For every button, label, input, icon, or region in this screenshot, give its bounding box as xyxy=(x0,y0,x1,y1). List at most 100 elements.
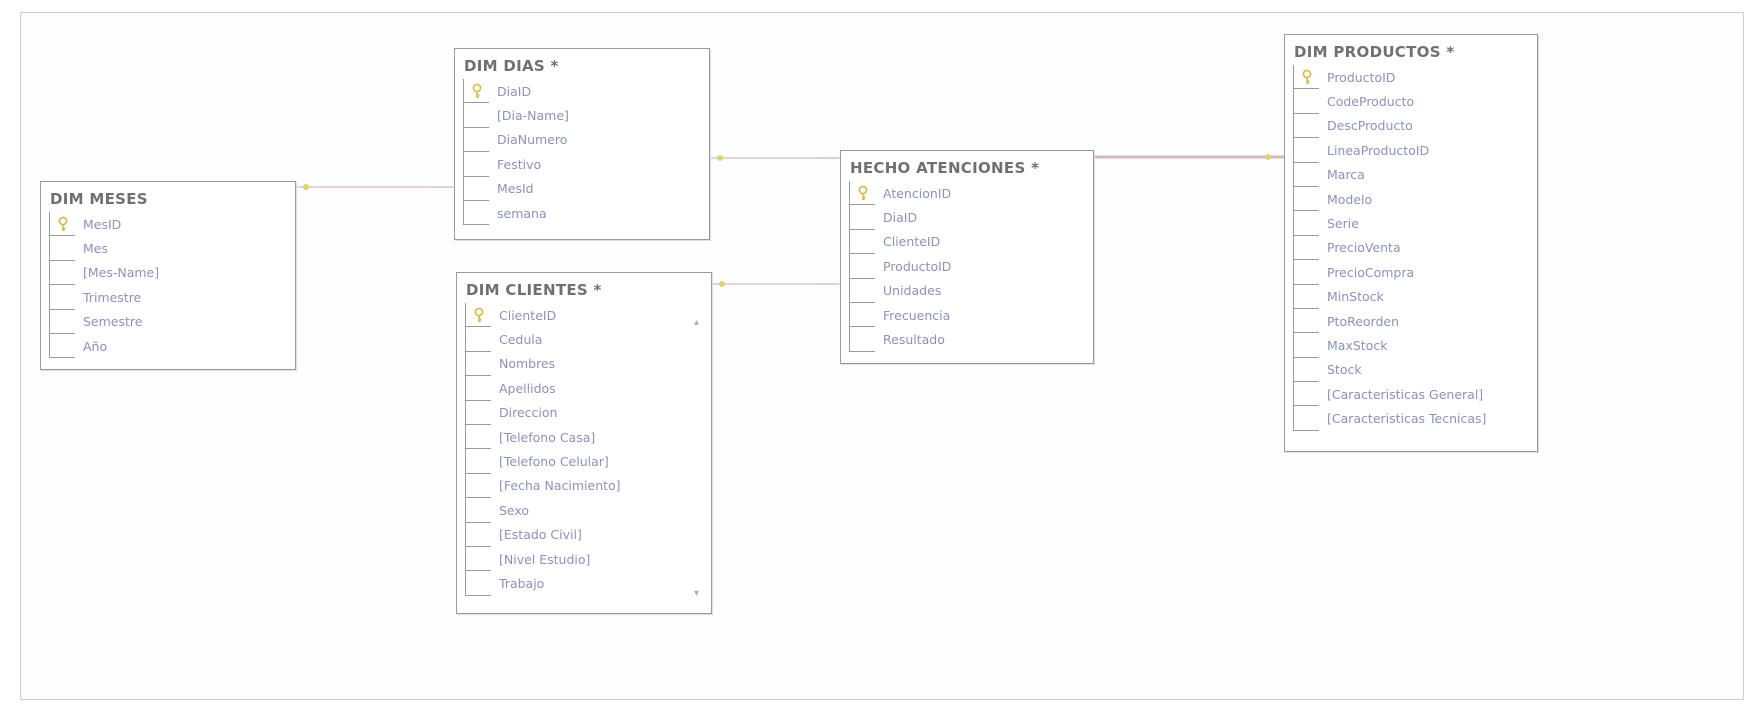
column-row[interactable]: Resultado xyxy=(849,327,1093,352)
column-row[interactable]: Sexo xyxy=(465,498,711,523)
table-dim-productos[interactable]: DIM PRODUCTOS * ProductoID CodeProducto De… xyxy=(1284,34,1538,452)
row-selector[interactable] xyxy=(463,127,489,153)
column-row[interactable]: Cedula xyxy=(465,327,711,352)
column-row[interactable]: Trimestre xyxy=(49,285,295,310)
table-dim-clientes[interactable]: DIM CLIENTES * ClienteID Cedula Nombres Ape… xyxy=(456,272,712,614)
row-selector[interactable] xyxy=(49,236,75,261)
table-dim-meses[interactable]: DIM MESES MesID Mes [Mes-Name] Trimestre Sem… xyxy=(40,181,296,370)
row-selector[interactable] xyxy=(465,424,491,450)
row-selector[interactable] xyxy=(1293,357,1319,383)
column-row[interactable]: ClienteID xyxy=(849,229,1093,255)
column-row[interactable]: ProductoID xyxy=(849,254,1093,279)
row-selector[interactable] xyxy=(465,376,491,401)
row-selector[interactable] xyxy=(463,176,489,201)
column-row[interactable]: Frecuencia xyxy=(849,302,1093,328)
row-selector[interactable] xyxy=(1293,138,1319,163)
column-row[interactable]: [Telefono Casa] xyxy=(465,424,711,450)
column-name: DiaID xyxy=(883,210,918,226)
row-selector[interactable] xyxy=(1293,162,1319,187)
row-selector[interactable] xyxy=(1293,333,1319,358)
table-dim-dias[interactable]: DIM DIAS * DiaID [Dia-Name] DiaNumero Festi… xyxy=(454,48,710,240)
row-selector[interactable] xyxy=(1293,260,1319,285)
column-row[interactable]: ProductoID xyxy=(1293,65,1537,90)
row-selector[interactable] xyxy=(1293,382,1319,407)
column-row[interactable]: AtencionID xyxy=(849,181,1093,206)
column-row[interactable]: Direccion xyxy=(465,400,711,425)
column-row[interactable]: [Mes-Name] xyxy=(49,260,295,286)
row-selector[interactable] xyxy=(1293,284,1319,309)
column-row[interactable]: [Fecha Nacimiento] xyxy=(465,473,711,499)
row-selector[interactable] xyxy=(463,200,489,226)
column-row[interactable]: MinStock xyxy=(1293,284,1537,309)
column-row[interactable]: [Nivel Estudio] xyxy=(465,546,711,572)
column-row[interactable]: Marca xyxy=(1293,162,1537,187)
scroll-down-icon[interactable]: ▾ xyxy=(694,588,699,599)
column-row[interactable]: Festivo xyxy=(463,152,709,177)
row-selector[interactable] xyxy=(465,473,491,499)
row-selector[interactable] xyxy=(49,285,75,310)
row-selector[interactable] xyxy=(1293,211,1319,236)
row-selector[interactable] xyxy=(465,303,491,328)
row-selector[interactable] xyxy=(1293,308,1319,334)
column-row[interactable]: DiaID xyxy=(463,79,709,104)
column-row[interactable]: MesId xyxy=(463,176,709,201)
row-selector[interactable] xyxy=(465,351,491,377)
row-selector[interactable] xyxy=(49,260,75,286)
column-row[interactable]: CodeProducto xyxy=(1293,89,1537,114)
row-selector[interactable] xyxy=(465,546,491,572)
row-selector[interactable] xyxy=(1293,113,1319,139)
row-selector[interactable] xyxy=(465,327,491,352)
column-row[interactable]: [Caracteristicas General] xyxy=(1293,382,1537,407)
row-selector[interactable] xyxy=(849,229,875,255)
column-row[interactable]: DescProducto xyxy=(1293,113,1537,139)
column-row[interactable]: PrecioVenta xyxy=(1293,235,1537,261)
column-row[interactable]: Apellidos xyxy=(465,376,711,401)
row-selector[interactable] xyxy=(849,205,875,230)
row-selector[interactable] xyxy=(463,152,489,177)
column-row[interactable]: [Dia-Name] xyxy=(463,103,709,128)
row-selector[interactable] xyxy=(465,522,491,547)
column-row[interactable]: DiaNumero xyxy=(463,127,709,153)
column-row[interactable]: Stock xyxy=(1293,357,1537,383)
row-selector[interactable] xyxy=(49,333,75,359)
row-selector[interactable] xyxy=(849,302,875,328)
row-selector[interactable] xyxy=(465,449,491,474)
column-row[interactable]: MaxStock xyxy=(1293,333,1537,358)
row-selector[interactable] xyxy=(849,278,875,303)
column-row[interactable]: semana xyxy=(463,200,709,226)
column-row[interactable]: PrecioCompra xyxy=(1293,260,1537,285)
row-selector[interactable] xyxy=(1293,89,1319,114)
column-row[interactable]: Unidades xyxy=(849,278,1093,303)
row-selector[interactable] xyxy=(849,327,875,352)
column-row[interactable]: LineaProductoID xyxy=(1293,138,1537,163)
row-selector[interactable] xyxy=(849,254,875,279)
table-hecho-atenciones[interactable]: HECHO ATENCIONES * AtencionID DiaID Client… xyxy=(840,150,1094,364)
column-row[interactable]: PtoReorden xyxy=(1293,308,1537,334)
row-selector[interactable] xyxy=(465,498,491,523)
column-row[interactable]: [Caracteristicas Tecnicas] xyxy=(1293,406,1537,431)
column-row[interactable]: Año xyxy=(49,333,295,359)
row-selector[interactable] xyxy=(1293,186,1319,212)
row-selector[interactable] xyxy=(49,212,75,237)
row-selector[interactable] xyxy=(463,79,489,104)
scroll-up-icon[interactable]: ▴ xyxy=(694,317,699,328)
row-selector[interactable] xyxy=(849,181,875,206)
column-row[interactable]: Nombres xyxy=(465,351,711,377)
column-row[interactable]: Serie xyxy=(1293,211,1537,236)
column-row[interactable]: Trabajo xyxy=(465,571,711,596)
row-selector[interactable] xyxy=(1293,65,1319,90)
column-row[interactable]: [Telefono Celular] xyxy=(465,449,711,474)
row-selector[interactable] xyxy=(465,571,491,596)
row-selector[interactable] xyxy=(463,103,489,128)
column-row[interactable]: DiaID xyxy=(849,205,1093,230)
row-selector[interactable] xyxy=(1293,406,1319,431)
row-selector[interactable] xyxy=(49,309,75,334)
column-row[interactable]: MesID xyxy=(49,212,295,237)
column-row[interactable]: Modelo xyxy=(1293,186,1537,212)
row-selector[interactable] xyxy=(465,400,491,425)
column-row[interactable]: [Estado Civil] xyxy=(465,522,711,547)
row-selector[interactable] xyxy=(1293,235,1319,261)
column-row[interactable]: Semestre xyxy=(49,309,295,334)
column-row[interactable]: ClienteID xyxy=(465,303,711,328)
column-row[interactable]: Mes xyxy=(49,236,295,261)
